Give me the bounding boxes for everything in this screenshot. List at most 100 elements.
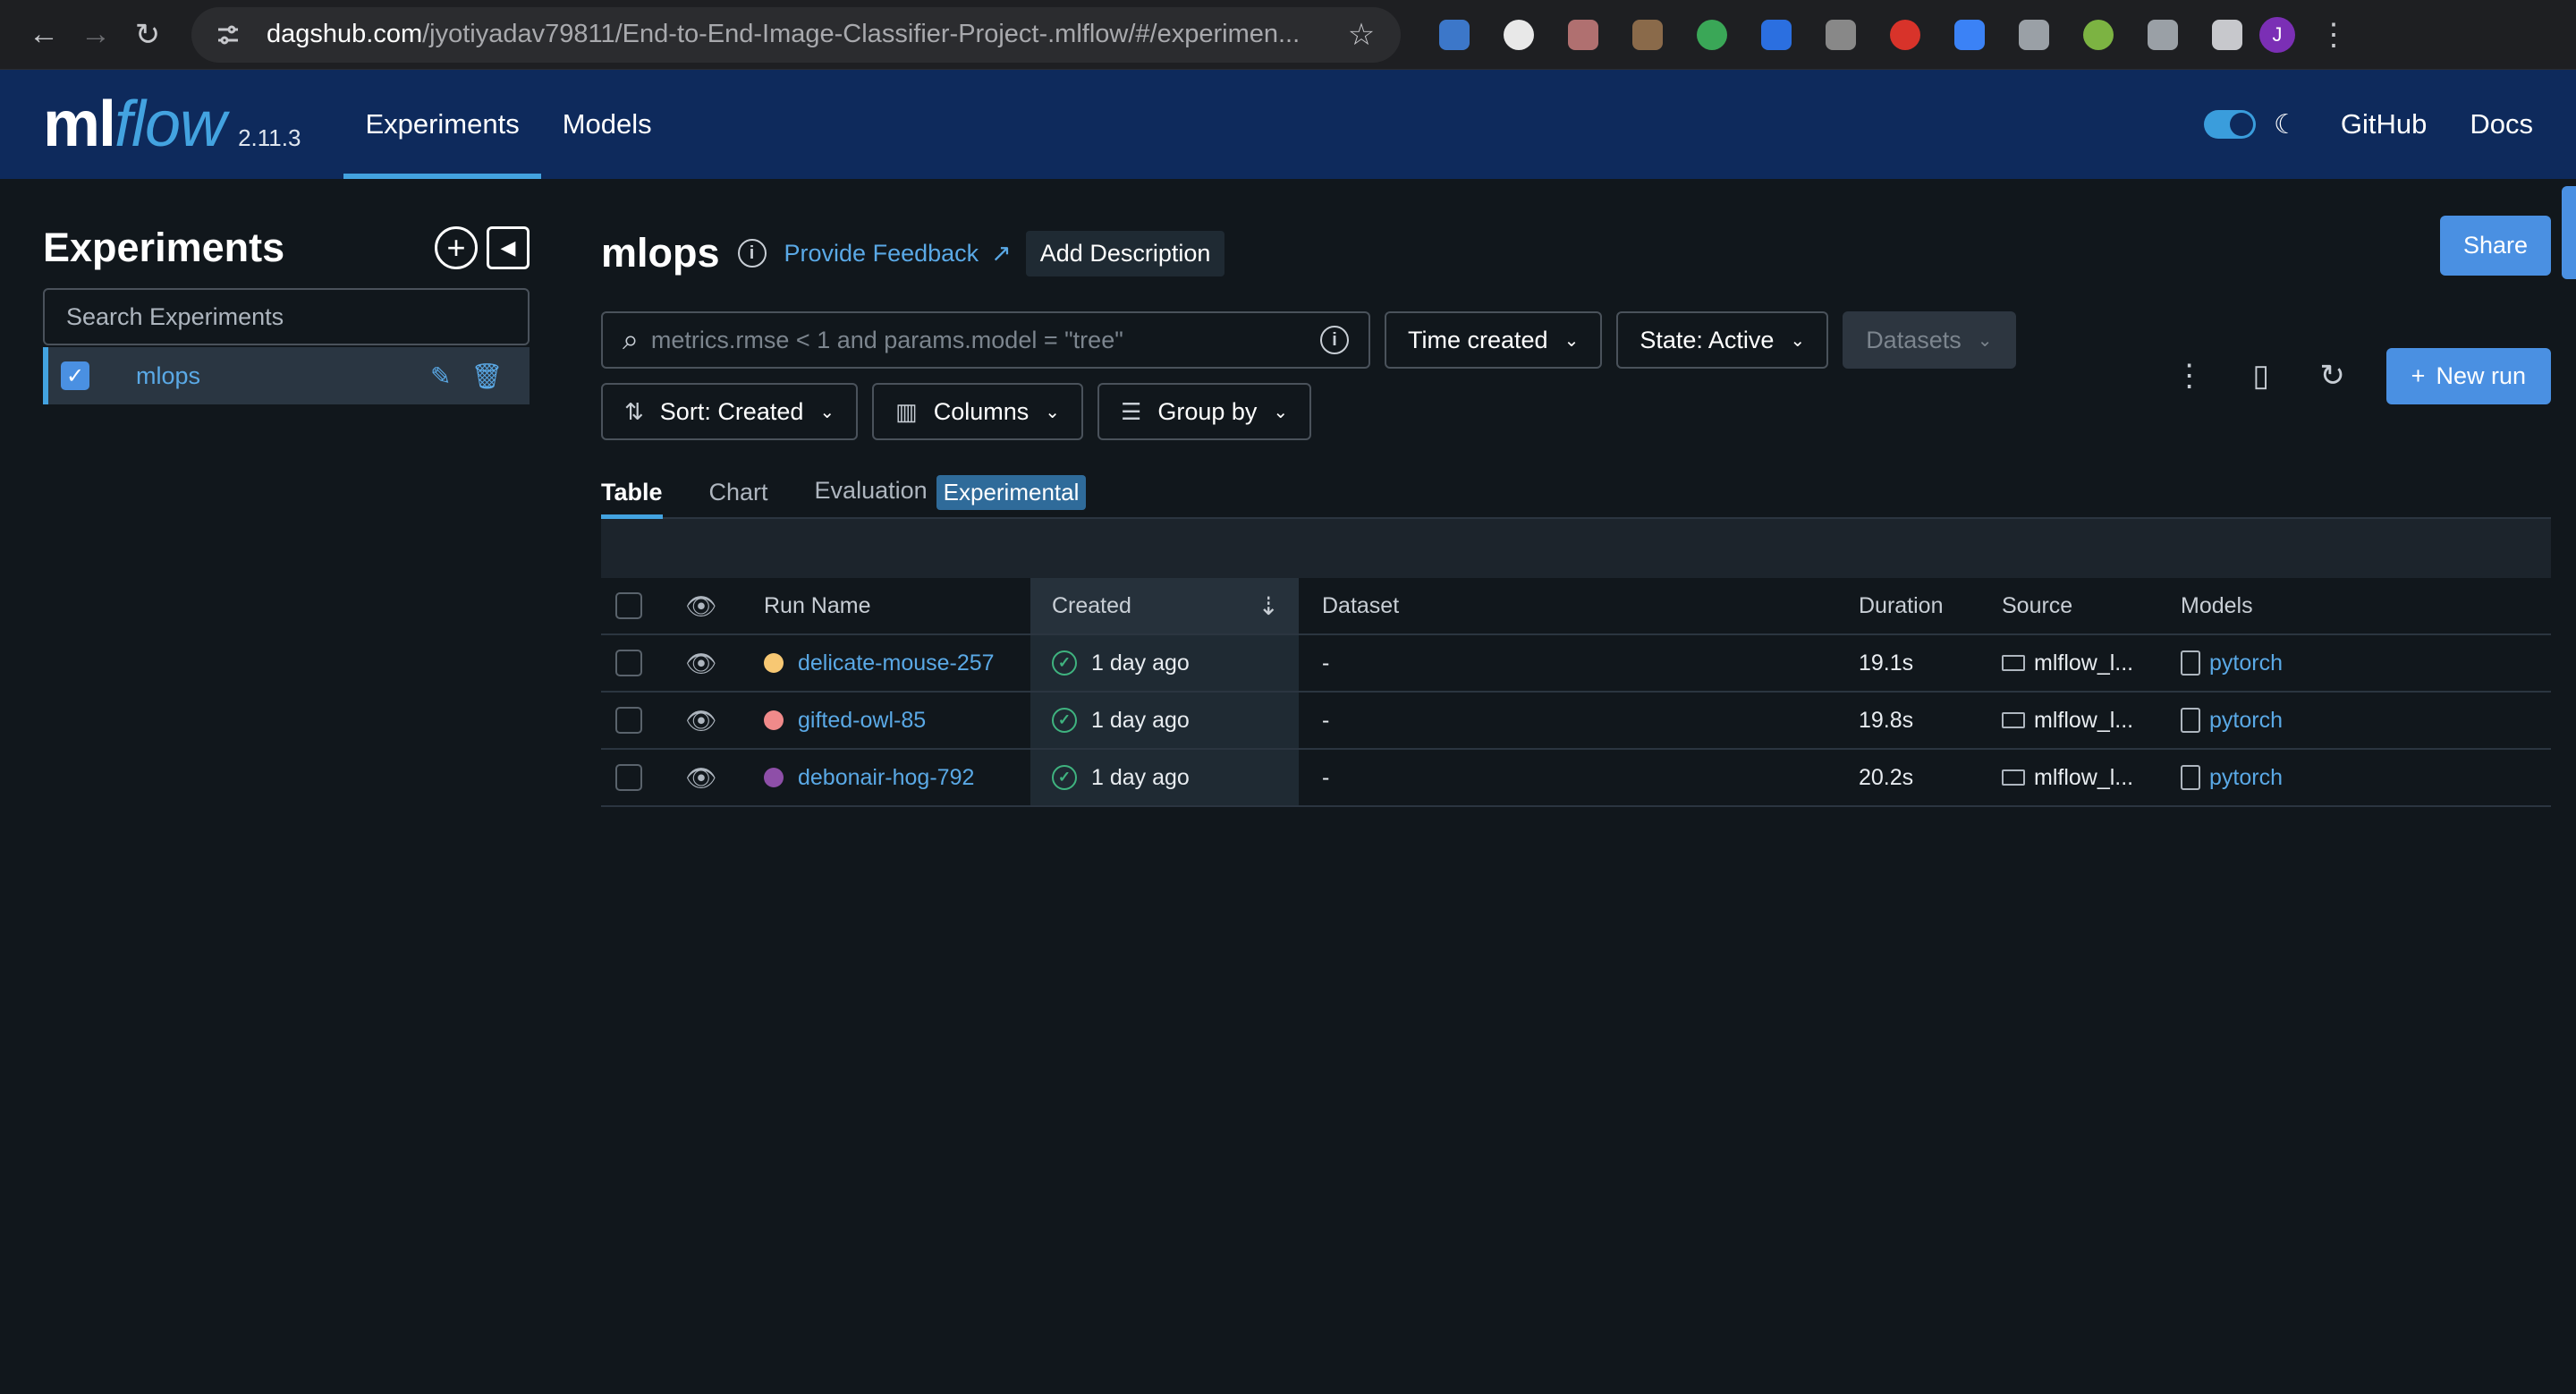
profile-avatar[interactable]: J (2259, 16, 2295, 53)
plus-icon: + (2411, 361, 2426, 389)
columns-dropdown[interactable]: ▥ Columns ⌄ (872, 383, 1084, 440)
extension-icon[interactable] (2131, 8, 2195, 62)
dataset-value: - (1322, 650, 1330, 676)
model-link[interactable]: pytorch (2209, 650, 2283, 676)
info-icon[interactable]: i (737, 239, 767, 268)
experiment-item-mlops[interactable]: ✓ mlops ✎ 🗑 (43, 347, 530, 404)
group-icon: ☰ (1121, 397, 1142, 425)
refresh-icon[interactable]: ↻ (2315, 358, 2351, 394)
theme-toggle[interactable] (2203, 110, 2256, 139)
sort-descending-icon[interactable]: ⇣ (1258, 591, 1279, 621)
row-checkbox[interactable] (615, 650, 642, 676)
add-experiment-icon[interactable]: + (435, 226, 478, 269)
sort-dropdown[interactable]: ⇅ Sort: Created ⌄ (601, 383, 859, 440)
more-options-icon[interactable]: ⋮ (2172, 358, 2207, 394)
extension-icon[interactable] (1422, 8, 1487, 62)
share-button[interactable]: Share (2439, 215, 2551, 276)
docs-link[interactable]: Docs (2470, 108, 2533, 140)
view-tabs: Table Chart Evaluation Experimental (601, 462, 2551, 519)
run-name-link[interactable]: debonair-hog-792 (798, 765, 974, 791)
run-search-input[interactable]: ⌕ metrics.rmse < 1 and params.model = "t… (601, 311, 1370, 369)
version-label: 2.11.3 (238, 124, 301, 151)
source-value[interactable]: mlflow_l... (2034, 765, 2133, 791)
tab-chart[interactable]: Chart (709, 479, 768, 517)
extension-icon[interactable] (1487, 8, 1551, 62)
experiment-name[interactable]: mlops (136, 362, 200, 390)
model-link[interactable]: pytorch (2209, 708, 2283, 734)
model-link[interactable]: pytorch (2209, 765, 2283, 791)
back-icon[interactable]: ← (18, 9, 70, 61)
model-file-icon (2181, 765, 2200, 790)
site-settings-icon[interactable] (213, 20, 243, 50)
provide-feedback-link[interactable]: Provide Feedback ↗ (784, 240, 1012, 268)
source-value[interactable]: mlflow_l... (2034, 708, 2133, 734)
extension-icon[interactable] (1937, 8, 2002, 62)
add-description-button[interactable]: Add Description (1025, 230, 1225, 276)
chevron-down-icon: ⌄ (1563, 330, 1580, 351)
extension-icon[interactable] (1680, 8, 1744, 62)
run-name-link[interactable]: delicate-mouse-257 (798, 650, 995, 676)
bookmark-star-icon[interactable]: ☆ (1343, 17, 1379, 53)
chevron-down-icon: ⌄ (1790, 330, 1806, 351)
laptop-icon (2002, 655, 2025, 671)
table-row[interactable]: 👁 debonair-hog-792 ✓ 1 day ago - 20.2s m… (601, 750, 2551, 807)
search-info-icon[interactable]: i (1320, 326, 1349, 354)
group-by-dropdown[interactable]: ☰ Group by ⌄ (1097, 383, 1312, 440)
forward-icon[interactable]: → (70, 9, 122, 61)
new-run-button[interactable]: + New run (2385, 347, 2551, 404)
extension-icon[interactable] (1615, 8, 1680, 62)
extension-icon[interactable] (2066, 8, 2131, 62)
search-experiments-input[interactable]: Search Experiments (43, 288, 530, 345)
run-name-link[interactable]: gifted-owl-85 (798, 708, 926, 734)
created-value: 1 day ago (1091, 707, 1190, 733)
status-success-icon: ✓ (1052, 765, 1077, 790)
duration-value: 19.1s (1859, 650, 1914, 676)
header-duration[interactable]: Duration (1859, 593, 2002, 619)
table-row[interactable]: 👁 delicate-mouse-257 ✓ 1 day ago - 19.1s… (601, 635, 2551, 693)
extension-icon[interactable] (1873, 8, 1937, 62)
dataset-value: - (1322, 707, 1330, 733)
table-row[interactable]: 👁 gifted-owl-85 ✓ 1 day ago - 19.8s mlfl… (601, 693, 2551, 750)
moon-icon: ☾ (2273, 109, 2298, 140)
edit-icon[interactable]: ✎ (430, 361, 451, 391)
header-source[interactable]: Source (2002, 593, 2181, 619)
nav-models[interactable]: Models (541, 70, 674, 179)
browser-toolbar: ← → ↻ dagshub.com/jyotiyadav79811/End-to… (0, 0, 2576, 70)
tab-table[interactable]: Table (601, 479, 663, 519)
collapse-sidebar-icon[interactable]: ◀ (487, 226, 530, 269)
page-title: mlops (601, 230, 720, 276)
select-all-checkbox[interactable] (615, 592, 642, 619)
experiment-checkbox[interactable]: ✓ (61, 361, 89, 390)
time-created-dropdown[interactable]: Time created ⌄ (1385, 311, 1603, 369)
row-checkbox[interactable] (615, 707, 642, 734)
extension-icon[interactable] (1551, 8, 1615, 62)
extension-icon[interactable] (1809, 8, 1873, 62)
state-dropdown[interactable]: State: Active ⌄ (1616, 311, 1829, 369)
github-link[interactable]: GitHub (2341, 108, 2427, 140)
browser-menu-icon[interactable]: ⋮ (2308, 9, 2360, 61)
created-value: 1 day ago (1091, 650, 1190, 676)
nav-experiments[interactable]: Experiments (343, 70, 542, 179)
tab-evaluation[interactable]: Evaluation Experimental (815, 475, 1087, 517)
visibility-eye-icon[interactable]: 👁 (657, 763, 746, 793)
header-run-name[interactable]: Run Name (746, 593, 1030, 619)
external-link-icon: ↗ (991, 239, 1012, 267)
extension-icon[interactable] (2195, 8, 2259, 62)
trash-icon[interactable]: 🗑 (470, 361, 503, 391)
reload-icon[interactable]: ↻ (122, 9, 174, 61)
datasets-dropdown[interactable]: Datasets ⌄ (1843, 311, 2016, 369)
side-drawer-handle[interactable] (2562, 186, 2576, 279)
visibility-eye-icon[interactable]: 👁 (657, 649, 746, 678)
address-bar[interactable]: dagshub.com/jyotiyadav79811/End-to-End-I… (191, 6, 1401, 63)
visibility-eye-icon[interactable]: 👁 (657, 706, 746, 735)
extension-icon[interactable] (2002, 8, 2066, 62)
header-created[interactable]: Created ⇣ (1030, 578, 1299, 633)
visibility-eye-icon[interactable]: 👁 (657, 591, 746, 621)
header-dataset[interactable]: Dataset (1299, 593, 1859, 619)
side-panel-icon[interactable]: ▯ (2243, 358, 2279, 394)
extension-icon[interactable] (1744, 8, 1809, 62)
source-value[interactable]: mlflow_l... (2034, 650, 2133, 676)
header-models[interactable]: Models (2181, 593, 2449, 619)
row-checkbox[interactable] (615, 764, 642, 791)
mlflow-logo[interactable]: ml flow 2.11.3 (43, 88, 301, 161)
